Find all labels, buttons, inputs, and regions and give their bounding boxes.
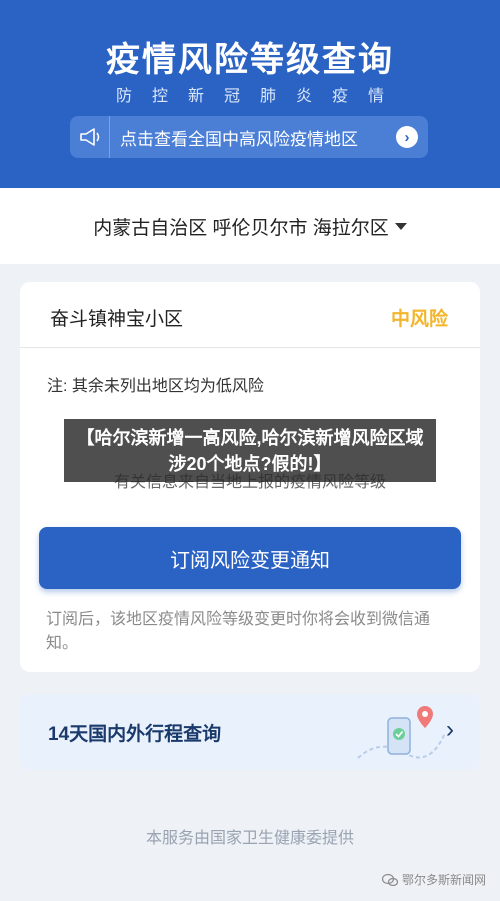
subscribe-description: 订阅后，该地区疫情风险等级变更时你将会收到微信通知。 [46,611,431,652]
community-name: 奋斗镇神宝小区 [50,309,184,330]
wechat-logo-icon [381,873,398,886]
watermark-text: 鄂尔多斯新闻网 [401,873,486,887]
megaphone-icon [70,116,110,158]
risk-note: 注: 其余未列出地区均为低风险 [47,378,264,395]
location-phone-illustration [357,706,446,759]
high-risk-notice-banner[interactable]: 点击查看全国中高风险疫情地区 › [70,116,428,158]
page-title: 疫情风险等级查询 [106,41,394,79]
header: 疫情风险等级查询 防控新冠肺炎疫情 点击查看全国中高风险疫情地区 › [0,0,500,188]
trip-query-label: 14天国内外行程查询 [48,724,222,745]
provider-footer: 本服务由国家卫生健康委提供 [145,830,354,847]
risk-level-badge: 中风险 [390,309,448,330]
page-subtitle: 防控新冠肺炎疫情 [115,88,404,105]
chevron-right-icon: › [446,716,454,743]
trip-query-card[interactable]: 14天国内外行程查询 › [20,694,480,770]
region-selector[interactable]: 内蒙古自治区 呼伦贝尔市 海拉尔区 [0,188,500,264]
overlay-headline: 【哈尔滨新增一高风险,哈尔滨新增风险区域涉20个地点?假的!】 [76,427,424,474]
subscribe-button[interactable]: 订阅风险变更通知 [39,527,461,589]
headline-overlay: 【哈尔滨新增一高风险,哈尔滨新增风险区域涉20个地点?假的!】 [64,419,436,482]
watermark: 鄂尔多斯新闻网 [381,871,486,888]
caret-down-icon [394,222,407,230]
notice-text: 点击查看全国中高风险疫情地区 [120,129,358,149]
chevron-right-icon: › [396,126,418,148]
community-row: 奋斗镇神宝小区 中风险 [20,282,480,348]
region-selected-text: 内蒙古自治区 呼伦贝尔市 海拉尔区 [93,217,389,239]
